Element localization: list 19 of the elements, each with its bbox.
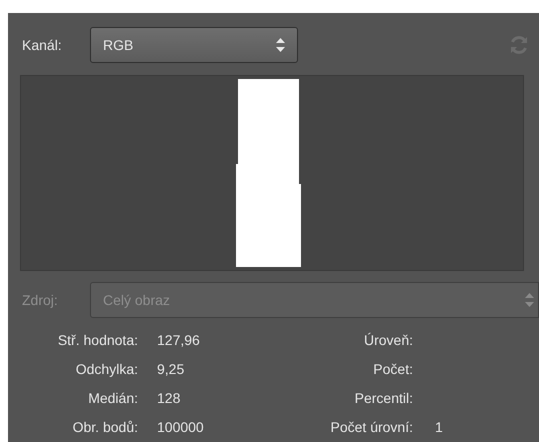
stat-value: 9,25	[157, 360, 186, 379]
stat-label: Počet úrovní:	[330, 418, 413, 437]
stat-label: Úroveň:	[362, 331, 413, 350]
stat-label: Odchylka:	[74, 360, 138, 379]
channel-label: Kanál:	[22, 36, 63, 54]
stat-label: Počet:	[372, 360, 413, 379]
stat-label: Stř. hodnota:	[56, 331, 138, 350]
stat-value: 127,96	[157, 331, 201, 350]
stat-value: 1	[435, 418, 444, 437]
stat-label: Percentil:	[354, 389, 413, 408]
stat-value: 128	[157, 389, 182, 408]
source-label: Zdroj:	[22, 290, 59, 310]
refresh-icon[interactable]	[509, 35, 529, 55]
stat-label: Obr. bodů:	[72, 418, 138, 437]
updown-arrows-icon	[276, 38, 285, 52]
stat-value: 100000	[157, 418, 205, 437]
stat-label: Medián:	[87, 389, 138, 408]
channel-dropdown[interactable]: RGB	[90, 27, 298, 63]
updown-arrows-icon	[525, 293, 534, 307]
